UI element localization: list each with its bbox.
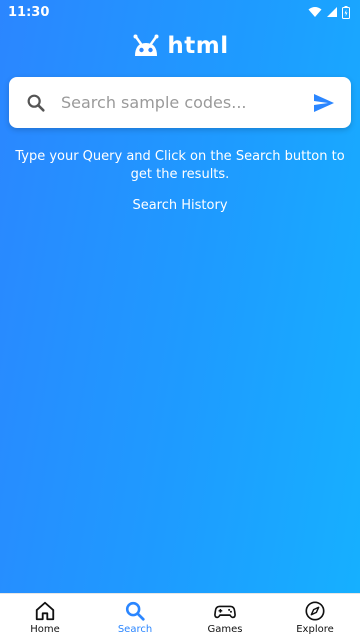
nav-label-search: Search — [117, 623, 153, 635]
search-history-link[interactable]: Search History — [0, 198, 360, 213]
search-hint: Type your Query and Click on the Search … — [15, 149, 345, 182]
nav-item-games[interactable]: Games — [180, 594, 270, 640]
compass-icon — [305, 600, 325, 621]
nav-item-search[interactable]: Search — [90, 594, 180, 640]
nav-label-explore: Explore — [296, 623, 334, 635]
status-time: 11:30 — [8, 4, 50, 20]
search-bar — [9, 77, 351, 128]
gamepad-icon — [214, 605, 236, 618]
nav-item-home[interactable]: Home — [0, 594, 90, 640]
app-background: 11:30 html Search sample codes... Type y… — [0, 0, 360, 593]
status-icons — [308, 5, 350, 19]
send-icon — [314, 93, 334, 112]
home-icon — [35, 601, 55, 620]
status-bar: 11:30 — [0, 0, 360, 24]
wifi-icon — [308, 7, 322, 17]
search-input[interactable] — [61, 82, 311, 123]
signal-icon — [327, 7, 337, 17]
android-robot-icon — [133, 34, 159, 56]
app-brand: html — [0, 30, 360, 62]
send-button[interactable] — [311, 90, 337, 116]
nav-item-explore[interactable]: Explore — [270, 594, 360, 640]
search-icon — [27, 94, 45, 112]
app-name: html — [167, 33, 229, 59]
nav-label-games: Games — [207, 623, 243, 635]
battery-icon — [342, 5, 350, 19]
nav-label-home: Home — [30, 623, 60, 635]
search-icon — [125, 601, 145, 621]
bottom-navigation: Home Search Games Explore — [0, 593, 360, 640]
